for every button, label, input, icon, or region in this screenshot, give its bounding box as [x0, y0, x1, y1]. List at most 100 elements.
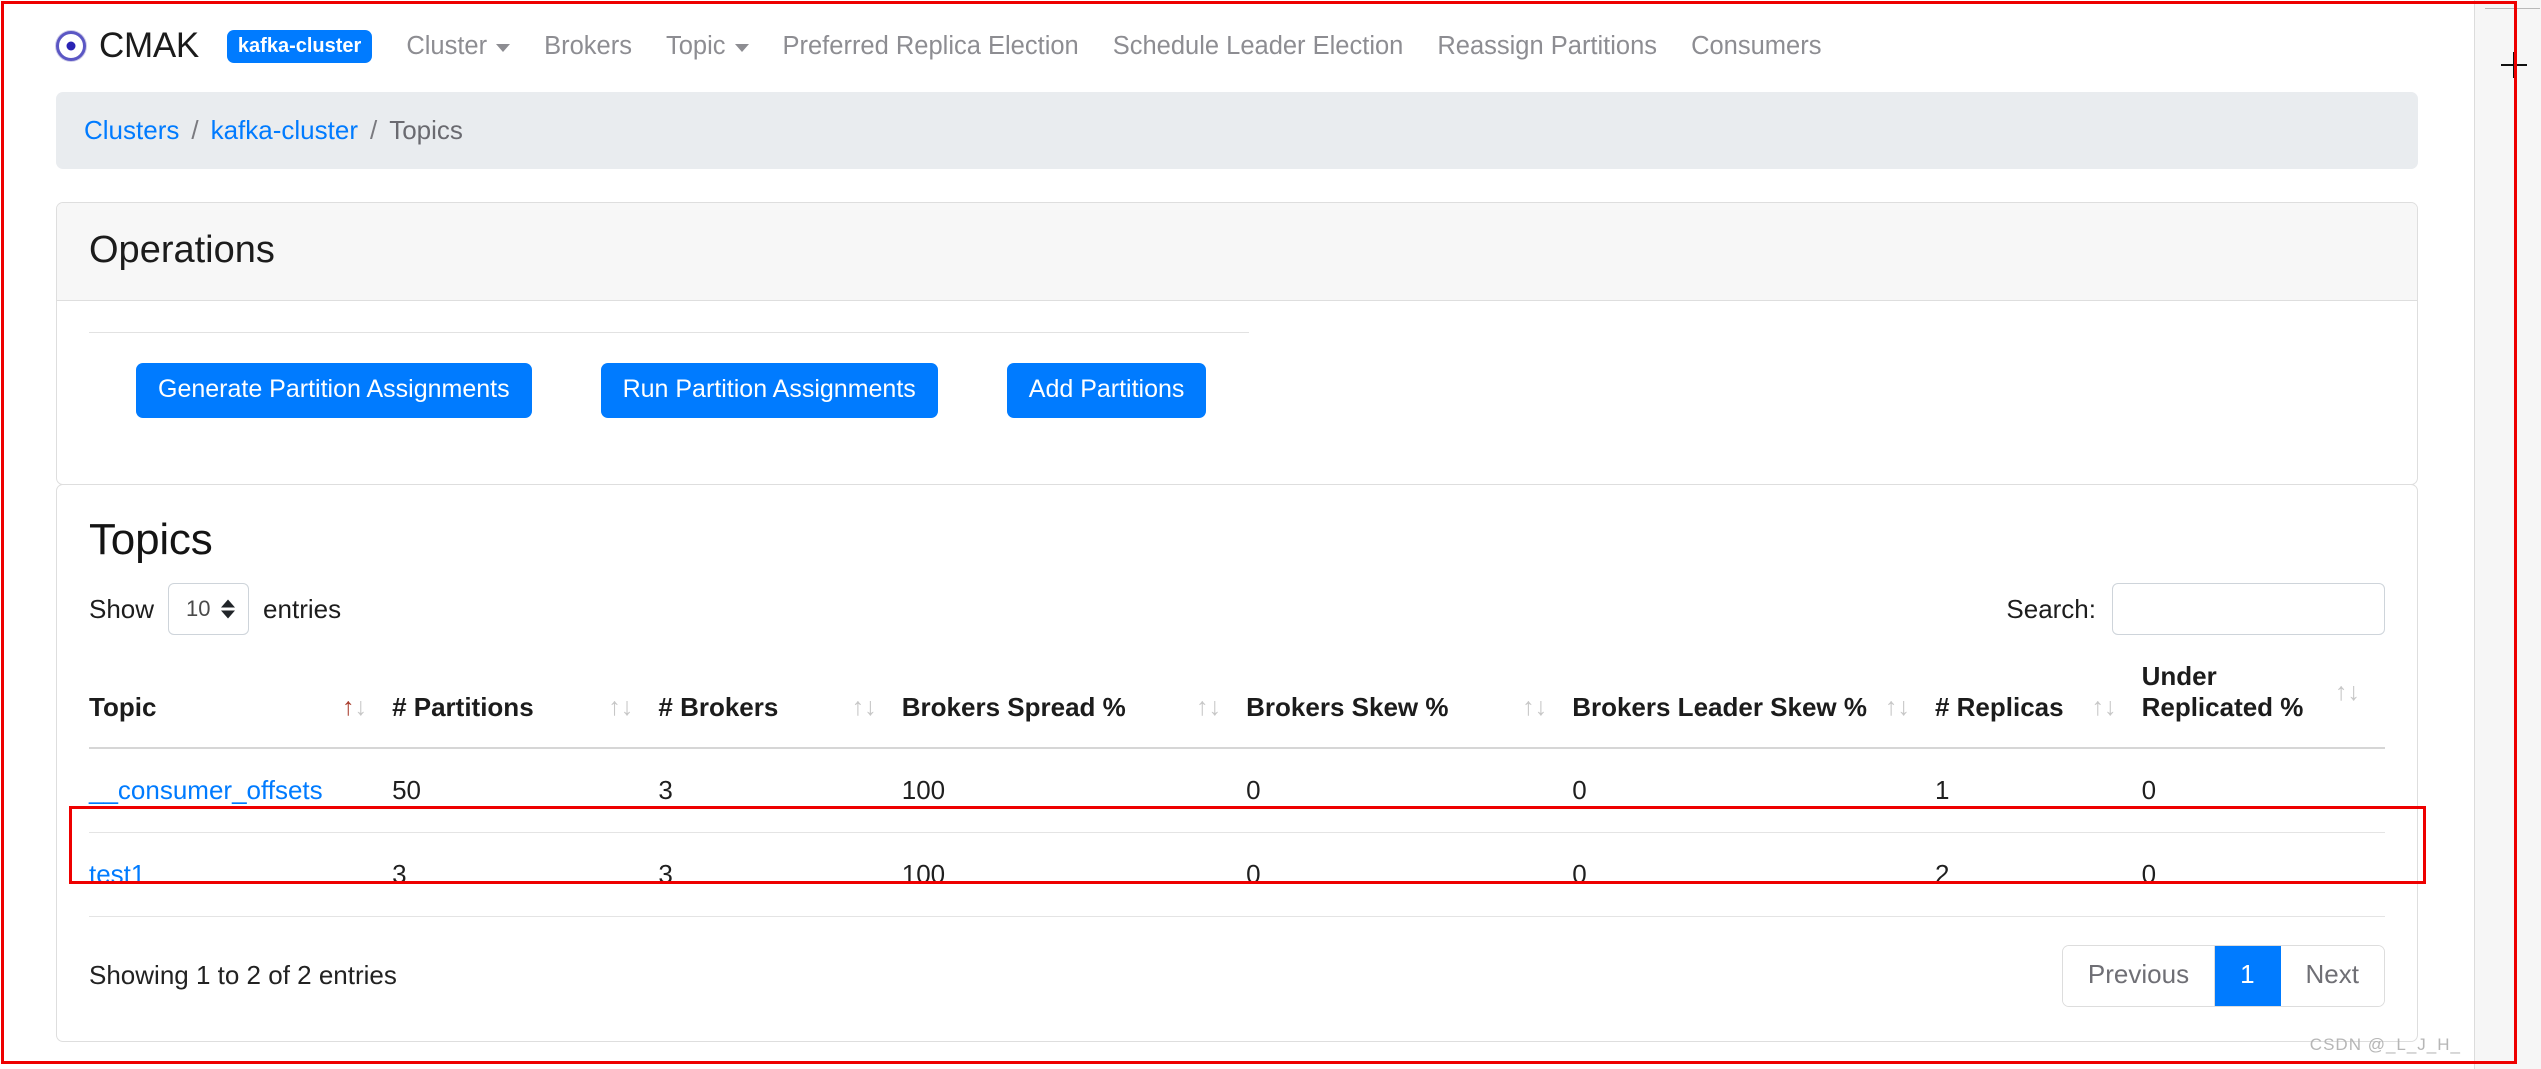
- chevron-down-icon: [496, 44, 511, 52]
- operations-title: Operations: [89, 229, 275, 271]
- nav-item-brokers[interactable]: Brokers: [527, 32, 649, 61]
- nav-item-schedule-leader-election[interactable]: Schedule Leader Election: [1096, 32, 1421, 61]
- topic-link[interactable]: __consumer_offsets: [89, 775, 323, 805]
- cell-topic: test1: [89, 832, 393, 917]
- page-length-value: 10: [186, 596, 211, 621]
- brand-link[interactable]: CMAK: [56, 26, 199, 66]
- nav-item-topic[interactable]: Topic: [649, 32, 766, 61]
- search-label: Search:: [2006, 593, 2096, 624]
- topics-card: Topics Show 10 entries Search: Topic ↑ ↓…: [56, 484, 2418, 1042]
- breadcrumb-separator: /: [369, 115, 378, 145]
- main-navbar: CMAK kafka-cluster Cluster Brokers Topic…: [28, 0, 2446, 92]
- topics-table-head: Topic ↑ ↓ # Partitions ↑ ↓ # Brokers ↑ ↓…: [89, 661, 2385, 749]
- datatable-footer: Showing 1 to 2 of 2 entries Previous 1 N…: [89, 917, 2385, 1041]
- sort-icon: ↑ ↓: [1522, 693, 1547, 721]
- column-header-under-replicated[interactable]: Under Replicated % ↑ ↓: [2141, 661, 2385, 749]
- column-header-brokers-skew[interactable]: Brokers Skew % ↑ ↓: [1246, 661, 1573, 749]
- cell-brokers: 3: [658, 832, 902, 917]
- generate-partition-assignments-button[interactable]: Generate Partition Assignments: [136, 363, 532, 418]
- csdn-watermark: CSDN @_L_J_H_: [2309, 1035, 2461, 1054]
- sort-icon: ↑ ↓: [2335, 677, 2360, 706]
- nav-item-cluster[interactable]: Cluster: [389, 32, 527, 61]
- show-label: Show: [89, 593, 155, 624]
- column-header-partitions-label: # Partitions: [392, 692, 534, 722]
- cell-replicas: 2: [1934, 832, 2142, 917]
- chevron-up-icon: [221, 599, 236, 608]
- topics-table: Topic ↑ ↓ # Partitions ↑ ↓ # Brokers ↑ ↓…: [89, 661, 2385, 917]
- topics-card-body: Topics Show 10 entries Search: Topic ↑ ↓…: [57, 485, 2417, 1041]
- right-gutter-panel: [2474, 0, 2541, 1069]
- breadcrumb: Clusters / kafka-cluster / Topics: [56, 92, 2418, 169]
- breadcrumb-separator: /: [191, 115, 199, 145]
- bullseye-icon: [56, 31, 86, 61]
- breadcrumb-item-topics: Topics: [389, 115, 463, 145]
- search-input[interactable]: [2112, 583, 2385, 635]
- cell-brokers-spread: 100: [901, 832, 1247, 917]
- operations-card-body: Generate Partition Assignments Run Parti…: [57, 332, 2417, 484]
- datatable-controls: Show 10 entries Search:: [89, 583, 2385, 635]
- entries-label: entries: [263, 593, 342, 624]
- search-control: Search:: [2006, 583, 2385, 635]
- plus-icon[interactable]: [2501, 52, 2527, 78]
- sort-icon: ↑ ↓: [2091, 693, 2117, 721]
- cell-partitions: 50: [392, 748, 659, 833]
- operations-spacer: [89, 418, 2385, 484]
- screen: CMAK kafka-cluster Cluster Brokers Topic…: [0, 0, 2541, 1069]
- operations-card: Operations Generate Partition Assignment…: [56, 202, 2418, 485]
- sort-icon: ↑ ↓: [851, 693, 877, 721]
- cell-brokers-leader-skew: 0: [1572, 748, 1935, 833]
- column-header-replicas[interactable]: # Replicas ↑ ↓: [1934, 661, 2142, 749]
- column-header-partitions[interactable]: # Partitions ↑ ↓: [392, 661, 659, 749]
- spinner-icon: [221, 599, 236, 619]
- column-header-replicas-label: # Replicas: [1934, 692, 2064, 722]
- gutter-divider: [2485, 8, 2540, 9]
- nav-item-consumers[interactable]: Consumers: [1674, 32, 1838, 61]
- chevron-down-icon: [734, 44, 749, 52]
- run-partition-assignments-button[interactable]: Run Partition Assignments: [600, 363, 938, 418]
- column-header-topic[interactable]: Topic ↑ ↓: [89, 661, 393, 749]
- topic-link[interactable]: test1: [89, 859, 145, 889]
- cell-partitions: 3: [392, 832, 659, 917]
- column-header-brokers-skew-label: Brokers Skew %: [1246, 692, 1449, 722]
- operations-card-header: Operations: [57, 203, 2417, 301]
- nav-item-reassign-partitions-label: Reassign Partitions: [1437, 31, 1658, 60]
- nav-item-brokers-label: Brokers: [544, 31, 632, 60]
- column-header-brokers[interactable]: # Brokers ↑ ↓: [658, 661, 902, 749]
- column-header-brokers-label: # Brokers: [658, 692, 779, 722]
- nav-item-reassign-partitions[interactable]: Reassign Partitions: [1420, 32, 1674, 61]
- table-info: Showing 1 to 2 of 2 entries: [89, 960, 397, 991]
- page-length-select[interactable]: 10: [168, 583, 250, 635]
- cluster-badge[interactable]: kafka-cluster: [226, 29, 373, 63]
- sort-icon: ↑ ↓: [342, 693, 367, 721]
- cell-topic: __consumer_offsets: [89, 748, 393, 833]
- cell-replicas: 1: [1934, 748, 2142, 833]
- column-header-under-replicated-label: Under Replicated %: [2141, 661, 2304, 722]
- breadcrumb-item-clusters[interactable]: Clusters: [84, 115, 179, 146]
- nav-item-schedule-leader-election-label: Schedule Leader Election: [1112, 31, 1404, 60]
- cell-brokers-leader-skew: 0: [1572, 832, 1935, 917]
- cell-under-replicated: 0: [2141, 832, 2385, 917]
- operations-button-row: Generate Partition Assignments Run Parti…: [136, 333, 2385, 418]
- sort-icon: ↑ ↓: [1884, 693, 1910, 721]
- pagination-previous[interactable]: Previous: [2062, 946, 2216, 1006]
- cell-brokers-skew: 0: [1246, 832, 1573, 917]
- nav-item-topic-label: Topic: [665, 31, 726, 60]
- column-header-brokers-leader-skew[interactable]: Brokers Leader Skew % ↑ ↓: [1572, 661, 1935, 749]
- table-row: __consumer_offsets 50 3 100 0 0 1 0: [89, 748, 2385, 833]
- cell-brokers: 3: [658, 748, 902, 833]
- breadcrumb-item-kafka-cluster[interactable]: kafka-cluster: [211, 115, 358, 146]
- chevron-down-icon: [221, 610, 236, 619]
- column-header-brokers-spread-label: Brokers Spread %: [901, 692, 1126, 722]
- nav-item-preferred-replica-election-label: Preferred Replica Election: [782, 31, 1079, 60]
- add-partitions-button[interactable]: Add Partitions: [1006, 363, 1207, 418]
- sort-icon: ↑ ↓: [608, 693, 633, 721]
- cell-brokers-skew: 0: [1246, 748, 1573, 833]
- cell-under-replicated: 0: [2141, 748, 2385, 833]
- column-header-brokers-leader-skew-label: Brokers Leader Skew %: [1572, 692, 1867, 722]
- sort-icon: ↑ ↓: [1196, 693, 1221, 721]
- pagination-page-1[interactable]: 1: [2215, 946, 2281, 1006]
- pagination-next[interactable]: Next: [2280, 946, 2384, 1006]
- nav-item-preferred-replica-election[interactable]: Preferred Replica Election: [766, 32, 1096, 61]
- column-header-brokers-spread[interactable]: Brokers Spread % ↑ ↓: [901, 661, 1247, 749]
- topics-table-body: __consumer_offsets 50 3 100 0 0 1 0 test…: [89, 748, 2385, 917]
